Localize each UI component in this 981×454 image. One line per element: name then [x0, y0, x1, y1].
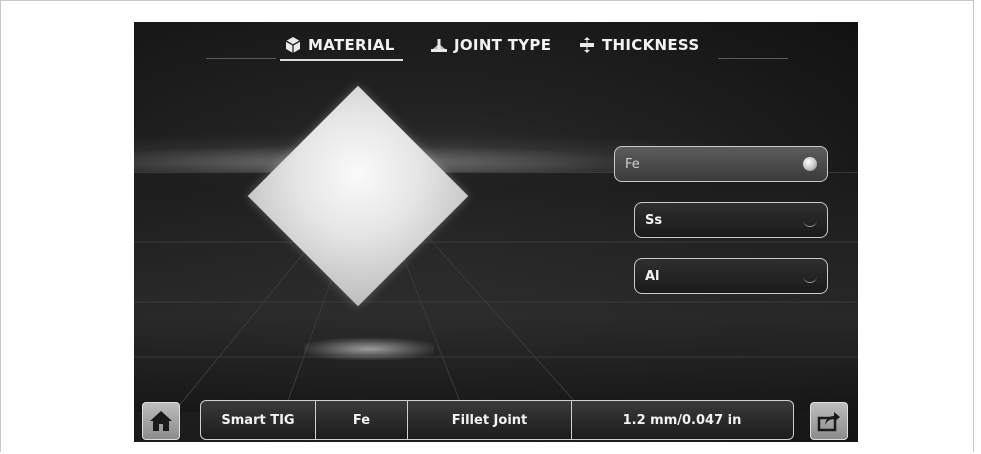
- export-icon: [817, 412, 840, 432]
- status-joint: Fillet Joint: [407, 401, 571, 439]
- material-reflection: [304, 338, 434, 360]
- radio-unselected-icon: [803, 213, 817, 227]
- bottom-bar: Smart TIG Fe Fillet Joint 1.2 mm/0.047 i…: [134, 398, 858, 442]
- welder-screen: MATERIAL JOINT TYPE THICKNESS Fe Ss Al S…: [134, 22, 858, 442]
- home-button[interactable]: [142, 402, 180, 440]
- status-process: Smart TIG: [221, 412, 295, 428]
- thickness-icon: [580, 37, 594, 53]
- cube-icon: [285, 37, 301, 53]
- radio-unselected-icon: [803, 269, 817, 283]
- tab-material-label: MATERIAL: [308, 36, 395, 54]
- joint-icon: [431, 39, 447, 52]
- status-thickness: 1.2 mm/0.047 in: [571, 401, 792, 439]
- material-option-fe-label: Fe: [625, 156, 640, 172]
- status-material: Fe: [315, 401, 407, 439]
- tab-joint-type[interactable]: JOINT TYPE: [430, 32, 551, 58]
- export-button[interactable]: [810, 402, 848, 440]
- material-option-al[interactable]: Al: [634, 258, 828, 294]
- material-option-al-label: Al: [645, 268, 660, 284]
- tab-thickness[interactable]: THICKNESS: [578, 32, 699, 58]
- status-summary: Smart TIG Fe Fillet Joint 1.2 mm/0.047 i…: [200, 400, 794, 440]
- radio-selected-icon: [803, 157, 817, 171]
- material-option-ss-label: Ss: [645, 212, 663, 228]
- tab-material[interactable]: MATERIAL: [280, 32, 403, 61]
- material-option-ss[interactable]: Ss: [634, 202, 828, 238]
- home-icon: [150, 411, 172, 431]
- tab-thickness-label: THICKNESS: [602, 36, 700, 54]
- tab-divider-right: [718, 58, 788, 59]
- tab-joint-type-label: JOINT TYPE: [454, 36, 552, 54]
- material-option-fe[interactable]: Fe: [614, 146, 828, 182]
- tab-divider-left: [206, 58, 276, 59]
- tab-bar: MATERIAL JOINT TYPE THICKNESS: [134, 22, 858, 62]
